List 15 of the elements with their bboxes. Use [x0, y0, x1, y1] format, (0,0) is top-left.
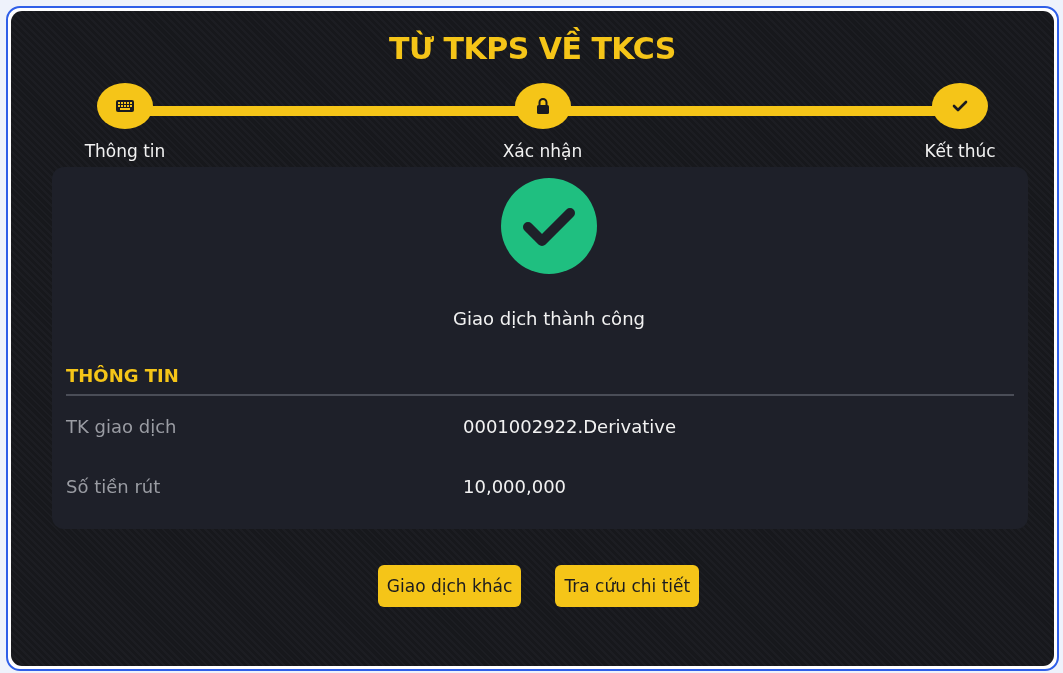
- check-icon: [952, 100, 968, 112]
- success-check-icon: [501, 178, 597, 274]
- lock-icon: [535, 98, 550, 114]
- section-heading: THÔNG TIN: [66, 365, 180, 386]
- keyboard-icon: [116, 100, 134, 112]
- step-label: Kết thúc: [924, 141, 996, 161]
- field-label: Số tiền rút: [66, 475, 162, 497]
- step-label: Thông tin: [84, 141, 166, 161]
- step-label: Xác nhận: [502, 141, 583, 161]
- field-label: TK giao dịch: [66, 415, 178, 437]
- action-button[interactable]: Tra cứu chi tiết: [555, 565, 700, 607]
- success-message: Giao dịch thành công: [453, 308, 645, 329]
- field-value: 10,000,000: [463, 475, 567, 497]
- action-button[interactable]: Giao dịch khác: [377, 565, 522, 607]
- field-value: 0001002922.Derivative: [463, 415, 677, 437]
